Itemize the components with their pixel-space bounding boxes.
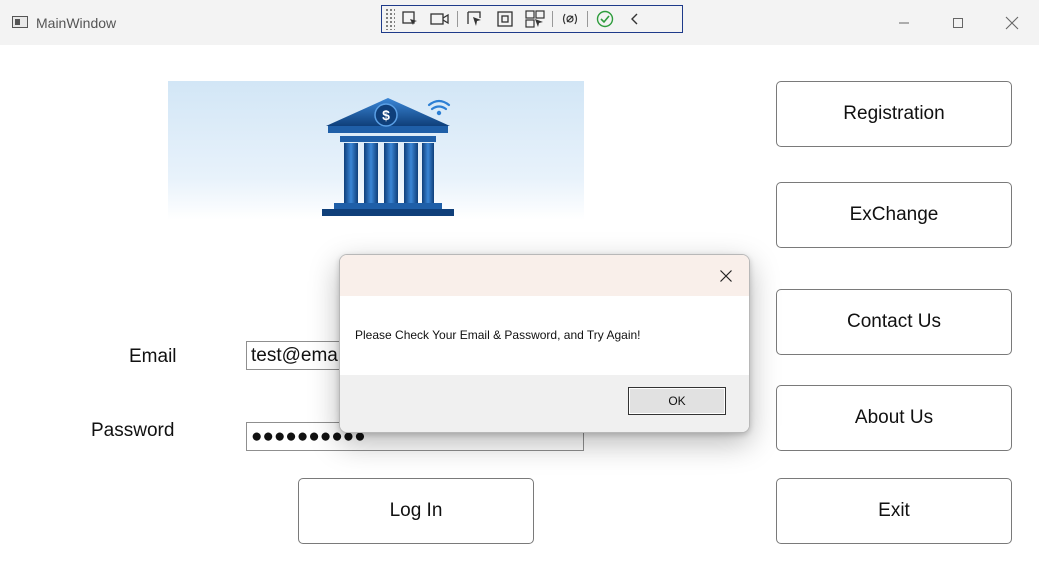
email-label: Email — [129, 346, 177, 367]
toolbar-separator — [587, 11, 588, 27]
registration-button[interactable]: Registration — [776, 81, 1012, 147]
dialog-title-bar — [340, 255, 749, 296]
close-icon[interactable] — [985, 0, 1039, 45]
checkmark-icon[interactable] — [592, 7, 618, 31]
collapse-icon[interactable] — [622, 7, 648, 31]
window-controls — [877, 0, 1039, 45]
password-label: Password — [91, 420, 175, 441]
dialog-close-icon[interactable] — [703, 255, 749, 296]
exit-button[interactable]: Exit — [776, 478, 1012, 544]
display-layout-icon[interactable] — [492, 7, 518, 31]
toolbar-separator — [457, 11, 458, 27]
minimize-icon[interactable] — [877, 0, 931, 45]
select-pointer-icon[interactable] — [462, 7, 488, 31]
log-in-button[interactable]: Log In — [298, 478, 534, 544]
exchange-button[interactable]: ExChange — [776, 182, 1012, 248]
svg-text:$: $ — [382, 107, 390, 123]
bank-building-icon: $ — [322, 98, 454, 216]
maximize-icon[interactable] — [931, 0, 985, 45]
track-focus-icon[interactable] — [522, 7, 548, 31]
title-bar: MainWindow — [0, 0, 1039, 45]
toolbar-separator — [552, 11, 553, 27]
window-title: MainWindow — [36, 15, 117, 31]
about-us-button[interactable]: About Us — [776, 385, 1012, 451]
debug-toolbar — [381, 5, 683, 33]
error-message-dialog: Please Check Your Email & Password, and … — [339, 254, 750, 433]
select-element-icon[interactable] — [397, 7, 423, 31]
app-window-icon — [12, 16, 28, 28]
toolbar-grip-icon[interactable] — [385, 8, 395, 30]
record-icon[interactable] — [427, 7, 453, 31]
ok-button[interactable]: OK — [628, 387, 726, 415]
binding-failures-icon[interactable] — [557, 7, 583, 31]
dialog-footer: OK — [340, 375, 749, 432]
bank-logo-banner: $ — [168, 81, 584, 220]
contact-us-button[interactable]: Contact Us — [776, 289, 1012, 355]
dialog-message: Please Check Your Email & Password, and … — [355, 328, 641, 342]
